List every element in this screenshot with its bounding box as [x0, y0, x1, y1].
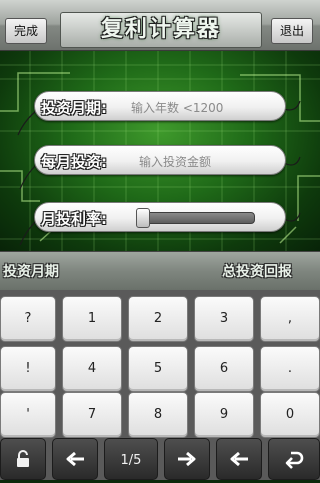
arrow-right-icon: [178, 451, 196, 467]
key-question[interactable]: ?: [0, 296, 56, 342]
title-bar: 完成 复利计算器 退出: [0, 0, 320, 51]
key-comma[interactable]: ,: [260, 296, 320, 342]
result-period-label: 投资月期: [3, 264, 59, 280]
slider-thumb[interactable]: [136, 208, 150, 228]
backspace-key[interactable]: [216, 438, 262, 480]
key-apostrophe[interactable]: ': [0, 392, 56, 438]
key-5[interactable]: 5: [128, 346, 188, 392]
key-6[interactable]: 6: [194, 346, 254, 392]
lock-key[interactable]: [0, 438, 46, 480]
key-7[interactable]: 7: [62, 392, 122, 438]
arrow-left-icon: [66, 451, 84, 467]
key-1[interactable]: 1: [62, 296, 122, 342]
investment-period-label: 投资月期:: [41, 99, 107, 117]
monthly-investment-label: 每月投资:: [41, 153, 107, 171]
cursor-left-key[interactable]: [52, 438, 98, 480]
monthly-investment-input[interactable]: 输入投资金额: [139, 153, 211, 170]
key-9[interactable]: 9: [194, 392, 254, 438]
cursor-right-key[interactable]: [164, 438, 210, 480]
monthly-rate-field: 月投利率:: [34, 202, 286, 232]
backspace-icon: [230, 451, 248, 467]
key-3[interactable]: 3: [194, 296, 254, 342]
exit-button[interactable]: 退出: [271, 18, 313, 44]
app-title: 复利计算器: [60, 12, 262, 48]
done-button[interactable]: 完成: [5, 18, 47, 44]
investment-period-input[interactable]: 输入年数 <1200: [131, 99, 223, 116]
monthly-investment-field[interactable]: 每月投资: 输入投资金额: [34, 145, 286, 175]
monthly-rate-label: 月投利率:: [41, 210, 107, 228]
lock-icon: [17, 450, 29, 467]
key-4[interactable]: 4: [62, 346, 122, 392]
key-period[interactable]: .: [260, 346, 320, 392]
total-return-label: 总投资回报: [222, 264, 292, 280]
key-8[interactable]: 8: [128, 392, 188, 438]
input-panel: 投资月期: 输入年数 <1200 每月投资: 输入投资金额 月投利率:: [0, 51, 320, 251]
result-bar: 投资月期 总投资回报: [0, 251, 320, 291]
page-indicator[interactable]: 1/5: [104, 438, 158, 480]
numeric-keyboard: ? 1 2 3 , ! 4 5 6 . ' 7 8 9 0 1/5: [0, 290, 320, 480]
investment-period-field[interactable]: 投资月期: 输入年数 <1200: [34, 91, 286, 121]
key-0[interactable]: 0: [260, 392, 320, 438]
enter-key[interactable]: [268, 438, 320, 480]
monthly-rate-slider[interactable]: [139, 212, 255, 224]
return-icon: [285, 451, 304, 469]
key-exclamation[interactable]: !: [0, 346, 56, 392]
key-2[interactable]: 2: [128, 296, 188, 342]
